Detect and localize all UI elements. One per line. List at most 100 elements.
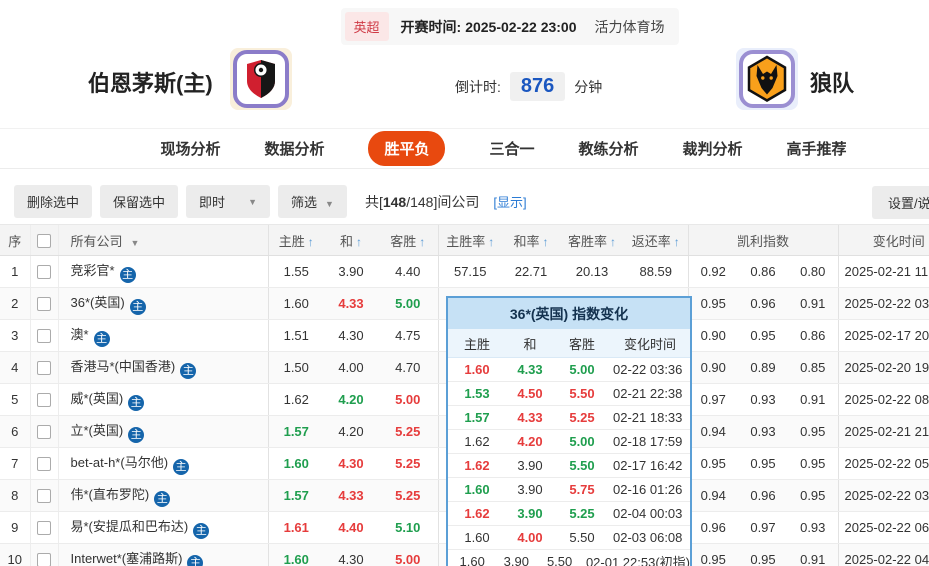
row-checkbox[interactable] [37, 457, 51, 472]
odds-draw-cell: 4.30 [324, 319, 378, 352]
company-cell[interactable]: 澳* 主 [57, 319, 268, 352]
odds-win-cell: 1.62 [267, 383, 324, 416]
row-select-cell [29, 479, 58, 512]
sort-up-icon: ↑ [307, 234, 314, 249]
popup-rows: 1.60 4.33 5.00 02-22 03:36 1.53 4.50 5.50 02-21… [448, 358, 690, 566]
row-select-cell [29, 319, 58, 352]
row-checkbox[interactable] [37, 521, 51, 536]
col-win-rate-sort[interactable]: 主胜率 ↑ [437, 224, 502, 256]
kelly-win-cell: 0.90 [687, 351, 738, 384]
home-indicator-icon: 主 [93, 331, 110, 347]
tab-5[interactable]: 裁判分析 [683, 138, 743, 159]
delete-selected-button[interactable]: 删除选中 [14, 185, 93, 218]
col-company[interactable]: 所有公司 ▼ [57, 224, 268, 256]
odds-lose-cell: 5.10 [378, 511, 438, 544]
row-index: 2 [0, 287, 30, 320]
row-select-cell [29, 383, 58, 416]
kelly-win-cell: 0.92 [687, 255, 738, 288]
home-indicator-icon: 主 [180, 363, 197, 379]
odds-comparison-page: 英超 开赛时间: 2025-02-22 23:00 活力体育场 伯恩茅斯(主) 倒… [0, 0, 929, 566]
match-info-bar: 英超 开赛时间: 2025-02-22 23:00 活力体育场 [0, 8, 929, 45]
kelly-lose-cell: 0.95 [788, 415, 838, 448]
tab-2-active[interactable]: 胜平负 [368, 131, 446, 166]
popup-win: 1.53 [464, 386, 490, 401]
row-checkbox[interactable] [37, 361, 51, 376]
popup-draw: 4.20 [517, 434, 543, 449]
company-cell[interactable]: 36*(英国) 主 [57, 287, 268, 320]
kelly-lose-cell: 0.85 [788, 351, 838, 384]
company-cell[interactable]: 易*(安提瓜和巴布达) 主 [57, 511, 268, 544]
odds-draw-cell: 4.33 [324, 479, 378, 512]
popup-row: 1.62 4.20 5.00 02-18 17:59 [448, 430, 690, 454]
countdown-label: 倒计时: [455, 78, 501, 95]
col-win-sort[interactable]: 主胜 ↑ [267, 224, 324, 256]
select-all-checkbox[interactable] [37, 233, 51, 248]
kelly-draw-cell: 0.95 [738, 319, 788, 352]
kelly-win-cell: 0.95 [687, 543, 738, 566]
row-checkbox[interactable] [37, 489, 51, 504]
odds-change-popup: 36*(英国) 指数变化 主胜 和 客胜 变化时间 1.60 4.33 5.00 02-22… [446, 296, 692, 566]
odds-draw-cell: 4.30 [324, 543, 378, 566]
company-name: bet-at-h*(马尔他) [70, 455, 169, 470]
tab-6[interactable]: 高手推荐 [787, 138, 847, 159]
odds-draw-cell: 4.20 [324, 415, 378, 448]
odds-win-cell: 1.60 [267, 287, 324, 320]
odds-win-cell: 1.60 [267, 543, 324, 566]
row-checkbox[interactable] [37, 329, 51, 344]
countdown: 倒计时: 876 分钟 [455, 72, 602, 101]
popup-change-time: 02-01 22:53(初指) [585, 555, 690, 566]
col-lose-rate-sort[interactable]: 客胜率 ↑ [560, 224, 624, 256]
show-link[interactable]: [显示] [493, 192, 526, 211]
kelly-lose-cell: 0.93 [788, 511, 838, 544]
row-index: 3 [0, 319, 30, 352]
keep-selected-button[interactable]: 保留选中 [100, 185, 179, 218]
change-time-cell: 2025-02-22 04:17 [837, 543, 929, 566]
company-cell[interactable]: 立*(英国) 主 [57, 415, 268, 448]
tab-1[interactable]: 数据分析 [264, 138, 324, 159]
kelly-win-cell: 0.97 [687, 383, 738, 416]
odds-draw-cell: 4.00 [324, 351, 378, 384]
popup-draw: 4.00 [517, 530, 543, 545]
popup-win: 1.62 [464, 506, 490, 521]
tab-0[interactable]: 现场分析 [160, 138, 220, 159]
tab-3[interactable]: 三合一 [489, 138, 534, 159]
tab-4[interactable]: 教练分析 [579, 138, 639, 159]
row-checkbox[interactable] [37, 393, 51, 408]
row-checkbox[interactable] [37, 297, 51, 312]
popup-change-time: 02-03 06:08 [613, 530, 683, 545]
filter-button[interactable]: 筛选 ▼ [278, 185, 347, 218]
popup-win: 1.60 [464, 482, 490, 497]
company-name: 伟*(直布罗陀) [70, 487, 150, 502]
home-indicator-icon: 主 [173, 459, 190, 475]
col-lose-sort[interactable]: 客胜 ↑ [378, 224, 438, 256]
row-checkbox[interactable] [37, 553, 51, 566]
home-team-name: 伯恩茅斯(主) [88, 71, 213, 96]
company-cell[interactable]: bet-at-h*(马尔他) 主 [57, 447, 268, 480]
company-cell[interactable]: Interwet*(塞浦路斯) 主 [57, 543, 268, 566]
change-time-cell: 2025-02-22 05:06 [837, 447, 929, 480]
popup-lose: 5.75 [569, 482, 595, 497]
odds-lose-cell: 5.25 [378, 479, 438, 512]
company-cell[interactable]: 威*(英国) 主 [57, 383, 268, 416]
company-name: 香港马*(中国香港) [70, 359, 176, 374]
col-draw-sort[interactable]: 和 ↑ [324, 224, 378, 256]
kelly-lose-cell: 0.80 [788, 255, 838, 288]
settings-button[interactable]: 设置/说明 [872, 186, 929, 219]
col-change-time-sort[interactable]: 变化时间↑ [837, 224, 929, 256]
kelly-draw-cell: 0.89 [738, 351, 788, 384]
row-checkbox[interactable] [37, 265, 51, 280]
company-cell[interactable]: 伟*(直布罗陀) 主 [57, 479, 268, 512]
popup-row: 1.60 4.33 5.00 02-22 03:36 [448, 358, 690, 382]
league-badge: 英超 [344, 12, 389, 41]
popup-draw: 4.50 [517, 386, 543, 401]
company-cell[interactable]: 香港马*(中国香港) 主 [57, 351, 268, 384]
company-cell[interactable]: 竞彩官* 主 [57, 255, 268, 288]
col-return-rate-sort[interactable]: 返还率 ↑ [624, 224, 688, 256]
popup-change-time: 02-21 22:38 [613, 386, 683, 401]
col-draw-rate-sort[interactable]: 和率 ↑ [502, 224, 560, 256]
kelly-draw-cell: 0.97 [738, 511, 788, 544]
row-checkbox[interactable] [37, 425, 51, 440]
odds-mode-select[interactable]: 即时 ▼ [186, 185, 271, 218]
popup-draw: 3.90 [517, 482, 543, 497]
popup-change-time: 02-21 18:33 [613, 410, 683, 425]
